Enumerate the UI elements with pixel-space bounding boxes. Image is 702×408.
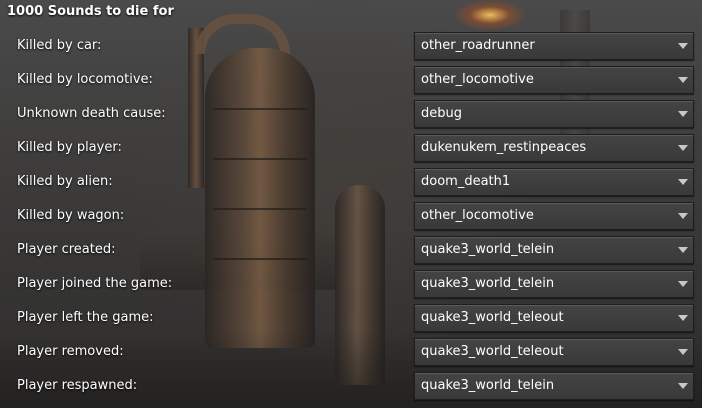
setting-row-player-created: Player created: quake3_world_telein bbox=[0, 236, 702, 264]
background-fire-glow bbox=[455, 0, 525, 30]
setting-label: Killed by alien: bbox=[17, 174, 113, 189]
setting-label: Player left the game: bbox=[17, 310, 154, 325]
setting-label: Player joined the game: bbox=[17, 276, 173, 291]
chevron-down-icon bbox=[678, 43, 688, 49]
setting-row-player-left: Player left the game: quake3_world_teleo… bbox=[0, 304, 702, 332]
chevron-down-icon bbox=[678, 349, 688, 355]
setting-label: Killed by car: bbox=[17, 38, 102, 53]
chevron-down-icon bbox=[678, 315, 688, 321]
chevron-down-icon bbox=[678, 281, 688, 287]
dropdown-selected-value: other_roadrunner bbox=[421, 38, 535, 53]
chevron-down-icon bbox=[678, 383, 688, 389]
dropdown-selected-value: quake3_world_teleout bbox=[421, 310, 564, 325]
setting-row-player-joined: Player joined the game: quake3_world_tel… bbox=[0, 270, 702, 298]
setting-label: Killed by wagon: bbox=[17, 208, 125, 223]
panel-title: 1000 Sounds to die for bbox=[7, 4, 174, 19]
setting-label: Player respawned: bbox=[17, 378, 138, 393]
dropdown-selected-value: other_locomotive bbox=[421, 208, 534, 223]
dropdown-selected-value: quake3_world_telein bbox=[421, 242, 555, 257]
setting-label: Killed by locomotive: bbox=[17, 72, 153, 87]
dropdown-selected-value: other_locomotive bbox=[421, 72, 534, 87]
dropdown-selected-value: doom_death1 bbox=[421, 174, 511, 189]
dropdown-selected-value: quake3_world_telein bbox=[421, 276, 555, 291]
dropdown-selected-value: dukenukem_restinpeaces bbox=[421, 140, 587, 155]
dropdown-selected-value: quake3_world_telein bbox=[421, 378, 555, 393]
setting-row-killed-by-alien: Killed by alien: doom_death1 bbox=[0, 168, 702, 196]
chevron-down-icon bbox=[678, 111, 688, 117]
sound-dropdown[interactable]: doom_death1 bbox=[414, 168, 694, 196]
sound-dropdown[interactable]: other_locomotive bbox=[414, 66, 694, 94]
setting-row-killed-by-wagon: Killed by wagon: other_locomotive bbox=[0, 202, 702, 230]
setting-row-player-removed: Player removed: quake3_world_teleout bbox=[0, 338, 702, 366]
setting-label: Killed by player: bbox=[17, 140, 122, 155]
sound-dropdown[interactable]: quake3_world_telein bbox=[414, 372, 694, 400]
setting-row-killed-by-car: Killed by car: other_roadrunner bbox=[0, 32, 702, 60]
chevron-down-icon bbox=[678, 179, 688, 185]
sound-dropdown[interactable]: dukenukem_restinpeaces bbox=[414, 134, 694, 162]
sound-dropdown[interactable]: quake3_world_teleout bbox=[414, 338, 694, 366]
setting-label: Unknown death cause: bbox=[17, 106, 166, 121]
sound-dropdown[interactable]: quake3_world_telein bbox=[414, 236, 694, 264]
sound-dropdown[interactable]: other_roadrunner bbox=[414, 32, 694, 60]
chevron-down-icon bbox=[678, 247, 688, 253]
setting-row-killed-by-locomotive: Killed by locomotive: other_locomotive bbox=[0, 66, 702, 94]
sound-dropdown[interactable]: debug bbox=[414, 100, 694, 128]
setting-row-killed-by-player: Killed by player: dukenukem_restinpeaces bbox=[0, 134, 702, 162]
chevron-down-icon bbox=[678, 213, 688, 219]
sound-dropdown[interactable]: other_locomotive bbox=[414, 202, 694, 230]
chevron-down-icon bbox=[678, 145, 688, 151]
sound-dropdown[interactable]: quake3_world_teleout bbox=[414, 304, 694, 332]
setting-label: Player created: bbox=[17, 242, 116, 257]
setting-label: Player removed: bbox=[17, 344, 124, 359]
dropdown-selected-value: debug bbox=[421, 106, 462, 121]
setting-row-unknown-death-cause: Unknown death cause: debug bbox=[0, 100, 702, 128]
setting-row-player-respawned: Player respawned: quake3_world_telein bbox=[0, 372, 702, 400]
sound-dropdown[interactable]: quake3_world_telein bbox=[414, 270, 694, 298]
dropdown-selected-value: quake3_world_teleout bbox=[421, 344, 564, 359]
chevron-down-icon bbox=[678, 77, 688, 83]
